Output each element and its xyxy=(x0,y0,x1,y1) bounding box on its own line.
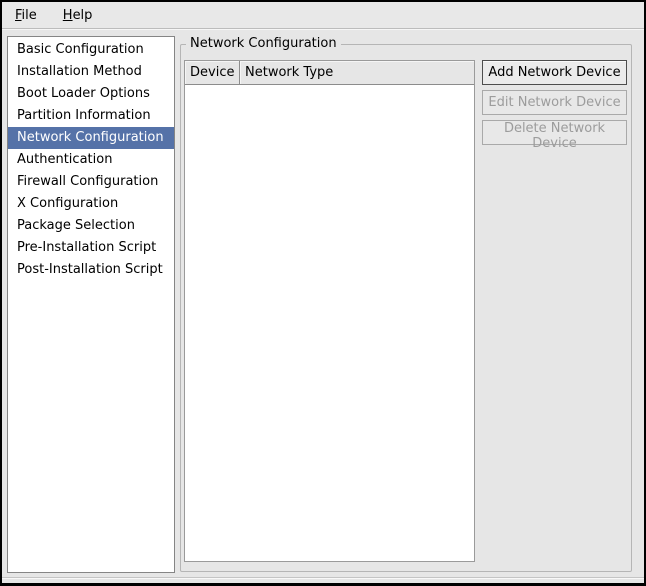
sidebar-item-pre-installation-script[interactable]: Pre-Installation Script xyxy=(8,237,174,259)
delete-network-device-button[interactable]: Delete Network Device xyxy=(482,120,627,145)
column-header-device[interactable]: Device xyxy=(185,61,240,84)
column-header-network-type[interactable]: Network Type xyxy=(240,61,474,84)
menu-file-label: ile xyxy=(22,8,37,23)
sidebar-item-boot-loader-options[interactable]: Boot Loader Options xyxy=(8,83,174,105)
sidebar-item-installation-method[interactable]: Installation Method xyxy=(8,61,174,83)
device-action-buttons: Add Network Device Edit Network Device D… xyxy=(482,60,627,150)
menu-bar: File Help xyxy=(2,2,644,29)
sidebar-item-x-configuration[interactable]: X Configuration xyxy=(8,193,174,215)
network-device-table: Device Network Type xyxy=(184,60,475,562)
kickstart-configurator-window: File Help Basic Configuration Installati… xyxy=(0,0,646,586)
menu-file[interactable]: File xyxy=(8,5,44,26)
sidebar-item-authentication[interactable]: Authentication xyxy=(8,149,174,171)
add-network-device-button[interactable]: Add Network Device xyxy=(482,60,627,85)
status-strip xyxy=(2,577,644,583)
sidebar-item-post-installation-script[interactable]: Post-Installation Script xyxy=(8,259,174,281)
sidebar-item-package-selection[interactable]: Package Selection xyxy=(8,215,174,237)
edit-network-device-button[interactable]: Edit Network Device xyxy=(482,90,627,115)
sidebar-item-network-configuration[interactable]: Network Configuration xyxy=(8,127,174,149)
table-header-row: Device Network Type xyxy=(185,61,474,85)
menu-help[interactable]: Help xyxy=(56,5,100,26)
sidebar-item-partition-information[interactable]: Partition Information xyxy=(8,105,174,127)
sidebar-item-firewall-configuration[interactable]: Firewall Configuration xyxy=(8,171,174,193)
network-configuration-frame: Network Configuration Device Network Typ… xyxy=(180,44,632,572)
frame-title: Network Configuration xyxy=(186,36,341,52)
section-list: Basic Configuration Installation Method … xyxy=(7,36,175,573)
table-body-empty xyxy=(185,85,474,561)
sidebar-item-basic-configuration[interactable]: Basic Configuration xyxy=(8,39,174,61)
menu-help-mnemonic: H xyxy=(63,8,73,23)
menu-help-label: elp xyxy=(73,8,93,23)
